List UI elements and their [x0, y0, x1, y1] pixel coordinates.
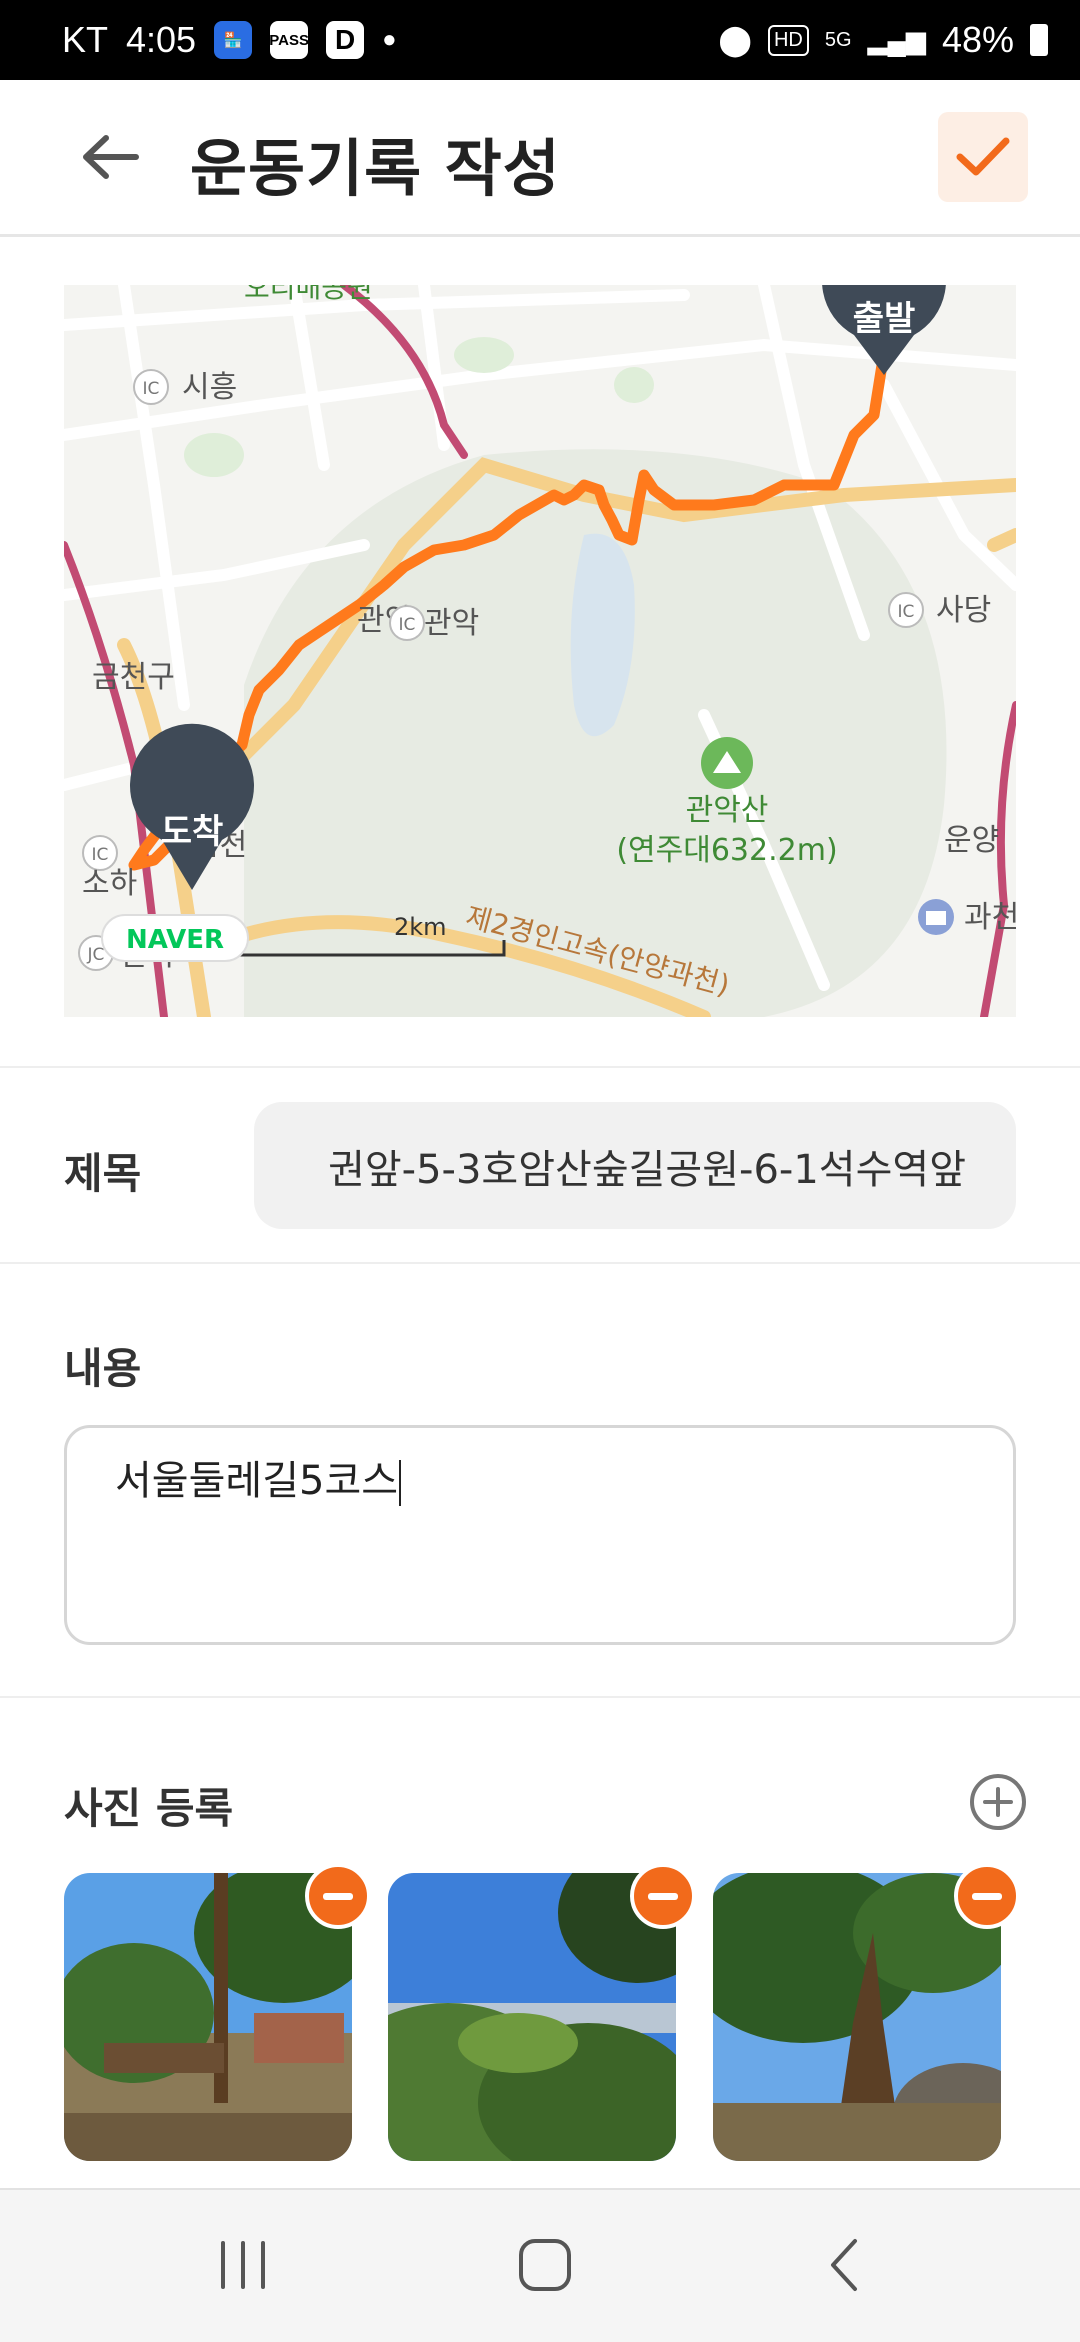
mountain-peak-icon — [701, 737, 753, 789]
back-arrow-icon — [83, 135, 139, 179]
chevron-left-icon — [831, 2239, 857, 2291]
svg-text:2km: 2km — [394, 913, 447, 941]
title-label: 제목 — [64, 1149, 142, 1198]
title-input-value: 권앞-5-3호암산숲길공원-6-1석수역앞 — [328, 1146, 966, 1193]
ic-badge-siheung: IC — [133, 369, 169, 405]
hd-icon: HD — [767, 24, 809, 56]
photo-thumbnail-1[interactable] — [64, 1873, 352, 2161]
route-map[interactable]: 관악산 (연주대632.2m) IC 시흥 IC 사당 관악 IC 관악 금천구… — [64, 285, 1016, 1017]
confirm-button[interactable] — [938, 112, 1028, 202]
nav-back-button[interactable] — [800, 2230, 890, 2300]
add-photo-button[interactable] — [968, 1772, 1028, 1832]
minus-icon — [323, 1892, 353, 1900]
divider — [0, 1066, 1080, 1068]
plus-circle-icon — [970, 1774, 1026, 1830]
page-title: 운동기록 작성 — [190, 132, 561, 205]
minus-icon — [972, 1892, 1002, 1900]
ic-badge-soha: IC — [82, 835, 118, 871]
photo-thumbnail-3[interactable] — [713, 1873, 1001, 2161]
carrier-label: KT — [62, 19, 109, 60]
map-label-gwanak-ic: 관악 — [424, 606, 479, 641]
mountain-elevation: (연주대632.2m) — [616, 833, 837, 868]
ic-badge-sadang: IC — [888, 592, 924, 628]
content-label: 내용 — [64, 1344, 142, 1393]
remove-photo-1-button[interactable] — [305, 1863, 371, 1929]
svg-text:IC: IC — [143, 379, 160, 399]
app-bar: 운동기록 작성 — [0, 80, 1080, 237]
back-button[interactable] — [70, 122, 150, 192]
status-bar: KT 4:05 🏪 PASS D ● ⬤ HD 5G ▂▄▆ 48% — [0, 0, 1080, 80]
mountain-name: 관악산 — [686, 793, 769, 828]
content-textarea-value: 서울둘레길5코스 — [115, 1458, 399, 1504]
svg-text:IC: IC — [399, 615, 416, 635]
svg-text:NAVER: NAVER — [126, 925, 224, 955]
battery-icon — [1030, 24, 1048, 56]
map-label-soha: 소하 — [82, 866, 137, 901]
recent-apps-button[interactable] — [198, 2230, 288, 2300]
map-label-siheung: 시흥 — [182, 370, 237, 405]
svg-text:JC: JC — [87, 945, 105, 965]
content-textarea[interactable]: 서울둘레길5코스 — [64, 1425, 1016, 1645]
ic-badge-gwanak: IC — [389, 605, 425, 641]
remove-photo-3-button[interactable] — [954, 1863, 1020, 1929]
text-cursor — [399, 1460, 402, 1506]
photo-thumbnail-2[interactable] — [388, 1873, 676, 2161]
pass-app-icon: PASS — [269, 21, 309, 59]
battery-percent: 48% — [941, 19, 1014, 60]
museum-icon — [918, 899, 954, 935]
home-icon — [519, 2239, 571, 2291]
clock: 4:05 — [126, 19, 197, 60]
svg-text:IC: IC — [92, 845, 109, 865]
map-label-sadang: 사당 — [936, 593, 991, 628]
network-icon: 5G — [824, 28, 852, 51]
map-label-geumcheon-gu: 금천구 — [92, 660, 175, 695]
photo-section-label: 사진 등록 — [64, 1784, 234, 1833]
remove-photo-2-button[interactable] — [630, 1863, 696, 1929]
signal-icon: ▂▄▆ — [867, 24, 926, 55]
minus-icon — [648, 1892, 678, 1900]
map-label-top: 오리배공원 — [244, 285, 373, 304]
divider — [0, 1262, 1080, 1264]
map-label-unyang: 운양 — [944, 823, 999, 858]
system-nav-bar — [0, 2188, 1080, 2342]
svg-text:출발: 출발 — [853, 299, 916, 339]
map-label-gwacheon: 과천 — [964, 900, 1016, 935]
shopping-app-icon: 🏪 — [214, 21, 253, 59]
naver-logo: NAVER — [101, 914, 249, 962]
svg-text:IC: IC — [898, 602, 915, 622]
notification-dot-icon: ● — [382, 26, 397, 53]
divider — [0, 1696, 1080, 1698]
svg-text:도착: 도착 — [161, 812, 224, 852]
home-button[interactable] — [500, 2230, 590, 2300]
d-app-icon: D — [326, 21, 365, 59]
location-icon: ⬤ — [718, 23, 752, 57]
title-input[interactable]: 권앞-5-3호암산숲길공원-6-1석수역앞 — [254, 1102, 1016, 1229]
check-icon — [956, 137, 1010, 176]
recent-apps-icon — [221, 2241, 265, 2289]
